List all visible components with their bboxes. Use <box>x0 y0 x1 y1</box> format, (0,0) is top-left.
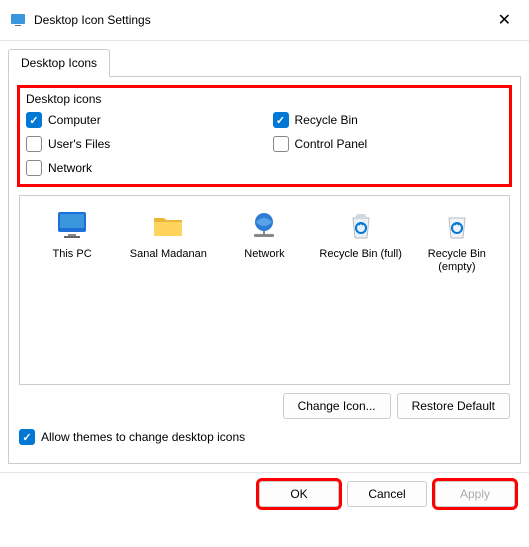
checkbox-usersfiles[interactable] <box>26 136 42 152</box>
titlebar: Desktop Icon Settings ✕ <box>0 0 529 41</box>
window-icon <box>10 12 26 28</box>
apply-button[interactable]: Apply <box>435 481 515 507</box>
preview-label: Recycle Bin (full) <box>319 248 402 261</box>
preview-label: This PC <box>53 248 92 261</box>
dialog-button-row: OK Cancel Apply <box>0 472 529 515</box>
desktop-icons-fieldset: Desktop icons Computer Recycle Bin User'… <box>17 85 512 187</box>
cancel-button[interactable]: Cancel <box>347 481 427 507</box>
network-icon <box>246 208 282 244</box>
preview-recyclebin-empty[interactable]: Recycle Bin (empty) <box>415 208 499 274</box>
checkbox-controlpanel[interactable] <box>273 136 289 152</box>
checkbox-row-usersfiles: User's Files <box>26 136 257 152</box>
preview-label: Recycle Bin (empty) <box>415 248 499 274</box>
preview-this-pc[interactable]: This PC <box>30 208 114 261</box>
recyclebin-full-icon <box>343 208 379 244</box>
checkbox-network-label: Network <box>48 161 92 175</box>
recyclebin-empty-icon <box>439 208 475 244</box>
checkbox-recyclebin-label: Recycle Bin <box>295 113 358 127</box>
checkbox-controlpanel-label: Control Panel <box>295 137 368 151</box>
preview-network[interactable]: Network <box>222 208 306 261</box>
allow-themes-row: Allow themes to change desktop icons <box>19 429 510 445</box>
icon-preview-area: This PC Sanal Madanan Network Recycle Bi… <box>19 195 510 385</box>
checkbox-allow-themes[interactable] <box>19 429 35 445</box>
checkbox-recyclebin[interactable] <box>273 112 289 128</box>
icon-button-row: Change Icon... Restore Default <box>19 393 510 419</box>
close-button[interactable]: ✕ <box>490 8 519 32</box>
ok-button[interactable]: OK <box>259 481 339 507</box>
checkbox-row-controlpanel: Control Panel <box>273 136 504 152</box>
change-icon-button[interactable]: Change Icon... <box>283 393 391 419</box>
restore-default-button[interactable]: Restore Default <box>397 393 510 419</box>
preview-user-folder[interactable]: Sanal Madanan <box>126 208 210 261</box>
tab-row: Desktop Icons <box>0 45 529 77</box>
monitor-icon <box>54 208 90 244</box>
preview-label: Sanal Madanan <box>130 248 207 261</box>
checkbox-row-recyclebin: Recycle Bin <box>273 112 504 128</box>
folder-icon <box>150 208 186 244</box>
preview-recyclebin-full[interactable]: Recycle Bin (full) <box>319 208 403 261</box>
checkbox-computer-label: Computer <box>48 113 101 127</box>
checkbox-network[interactable] <box>26 160 42 176</box>
allow-themes-label: Allow themes to change desktop icons <box>41 430 245 444</box>
checkbox-computer[interactable] <box>26 112 42 128</box>
checkbox-row-computer: Computer <box>26 112 257 128</box>
checkbox-row-network: Network <box>26 160 257 176</box>
tab-content: Desktop icons Computer Recycle Bin User'… <box>8 76 521 464</box>
tab-desktop-icons[interactable]: Desktop Icons <box>8 49 110 77</box>
checkbox-usersfiles-label: User's Files <box>48 137 110 151</box>
window-title: Desktop Icon Settings <box>34 13 490 27</box>
preview-label: Network <box>244 248 284 261</box>
fieldset-legend: Desktop icons <box>26 92 503 106</box>
